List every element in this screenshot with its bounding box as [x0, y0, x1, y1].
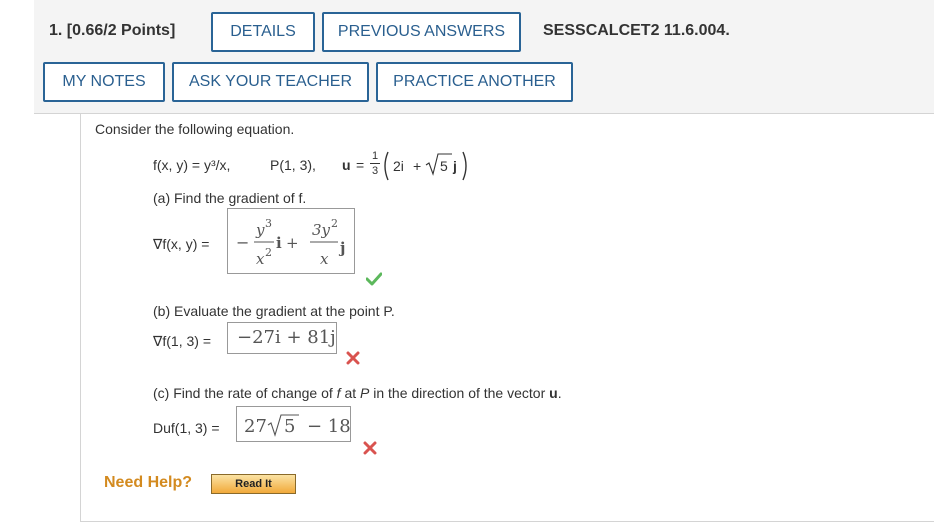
part-c-label: Duf(1, 3) [153, 420, 208, 436]
a-t1-den: x [256, 250, 265, 268]
incorrect-x-icon [346, 351, 360, 365]
a-plus: + [286, 234, 299, 252]
part-a-label-wrap: ∇f(x, y) = [153, 236, 210, 252]
read-it-button[interactable]: Read It [211, 474, 296, 494]
c-prompt-u: u [549, 385, 558, 401]
c-prompt-post: in the direction of the vector [373, 385, 546, 401]
c-prompt-p: P [360, 385, 370, 401]
part-a-prompt: (a) Find the gradient of f. [153, 190, 307, 206]
part-c-prompt: (c) Find the rate of change of f at P in… [153, 385, 562, 401]
ask-teacher-button[interactable]: ASK YOUR TEACHER [172, 62, 369, 102]
u-label: u [342, 157, 351, 173]
a-t1-den-exp: 2 [265, 246, 272, 259]
part-b-answer-box[interactable]: −27i + 81j [227, 322, 337, 354]
a-t2-num: 3y [312, 221, 331, 239]
u-plus: + [413, 158, 421, 174]
a-t1-unit: i [276, 234, 282, 252]
part-c-answer-math: 27 5 − 18 [244, 414, 351, 437]
part-c-label-wrap: Duf(1, 3) = [153, 420, 220, 436]
part-a-label: ∇f(x, y) [153, 236, 198, 252]
part-a-answer-math: − y 3 x 2 i + 3y 2 x j [236, 217, 345, 268]
sqrt-icon [425, 153, 452, 176]
c-prompt-mid: at [344, 385, 357, 401]
a-t1-num-exp: 3 [265, 217, 272, 230]
question-code: SESSCALCET2 11.6.004. [543, 22, 730, 39]
c-ans-pre: 27 [244, 416, 267, 437]
part-b-label: ∇f(1, 3) [153, 333, 199, 349]
u-vector-expression: 2i + 5 j [384, 151, 467, 181]
my-notes-button[interactable]: MY NOTES [43, 62, 165, 102]
c-prompt-pre: (c) Find the rate of change of [153, 385, 333, 401]
need-help-label: Need Help? [104, 474, 193, 491]
u-vector-i: 2i [393, 158, 404, 174]
question-number: 1. [49, 22, 63, 39]
u-sqrt-arg: 5 [440, 158, 448, 174]
a-t2-den: x [320, 250, 329, 268]
u-coeff-den: 3 [371, 165, 379, 177]
part-c-answer-box[interactable]: 27 5 − 18 [236, 406, 351, 442]
a-t1-num: y [255, 221, 265, 239]
question-title: 1. [0.66/2 Points] [49, 22, 175, 40]
c-ans-sqrt-arg: 5 [284, 416, 295, 437]
a-minus: − [236, 233, 249, 252]
part-b-prompt: (b) Evaluate the gradient at the point P… [153, 303, 395, 319]
equals-sign: = [356, 157, 365, 173]
u-coeff-num: 1 [371, 150, 379, 162]
function-definition: f(x, y) = y³/x, [153, 157, 231, 173]
details-button[interactable]: DETAILS [211, 12, 315, 52]
practice-another-button[interactable]: PRACTICE ANOTHER [376, 62, 573, 102]
c-prompt-f: f [336, 385, 341, 401]
a-t2-unit: j [338, 239, 345, 257]
u-coefficient: 1 3 [370, 150, 380, 177]
part-a-answer-box[interactable]: − y 3 x 2 i + 3y 2 x j [227, 208, 355, 274]
u-vector-j: j [452, 158, 457, 174]
correct-check-icon [366, 272, 382, 286]
incorrect-x-icon [363, 441, 377, 455]
fraction-bar [370, 163, 380, 164]
c-ans-post: − 18 [307, 416, 351, 437]
question-points: [0.66/2 Points] [66, 22, 176, 39]
intro-text: Consider the following equation. [95, 121, 295, 137]
point-definition: P(1, 3), [270, 157, 316, 173]
previous-answers-button[interactable]: PREVIOUS ANSWERS [322, 12, 521, 52]
a-t2-num-exp: 2 [331, 217, 338, 230]
part-b-label-wrap: ∇f(1, 3) = [153, 333, 212, 349]
